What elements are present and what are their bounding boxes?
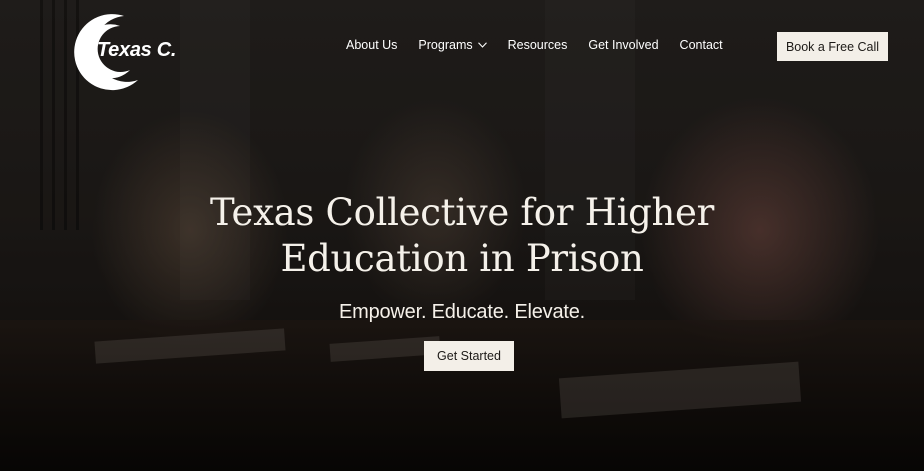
nav-programs[interactable]: Programs: [418, 38, 487, 52]
hero-headline-line-1: Texas Collective for Higher: [209, 191, 715, 234]
hero-headline-line-2: Education in Prison: [280, 237, 644, 280]
site-logo[interactable]: Texas C.: [66, 10, 186, 92]
hero-headline: Texas Collective for Higher Education in…: [0, 190, 924, 282]
nav-contact[interactable]: Contact: [680, 38, 723, 52]
nav-programs-label: Programs: [418, 38, 473, 52]
book-free-call-button[interactable]: Book a Free Call: [777, 32, 888, 61]
hero-tagline: Empower. Educate. Elevate.: [338, 301, 586, 323]
nav-about-us[interactable]: About Us: [346, 38, 397, 52]
main-nav: About Us Programs Resources Get Involved…: [346, 38, 744, 52]
nav-resources[interactable]: Resources: [508, 38, 568, 52]
logo-text: Texas C.: [97, 39, 177, 61]
nav-get-involved[interactable]: Get Involved: [588, 38, 658, 52]
chevron-down-icon: [477, 42, 487, 48]
get-started-button[interactable]: Get Started: [424, 341, 514, 371]
